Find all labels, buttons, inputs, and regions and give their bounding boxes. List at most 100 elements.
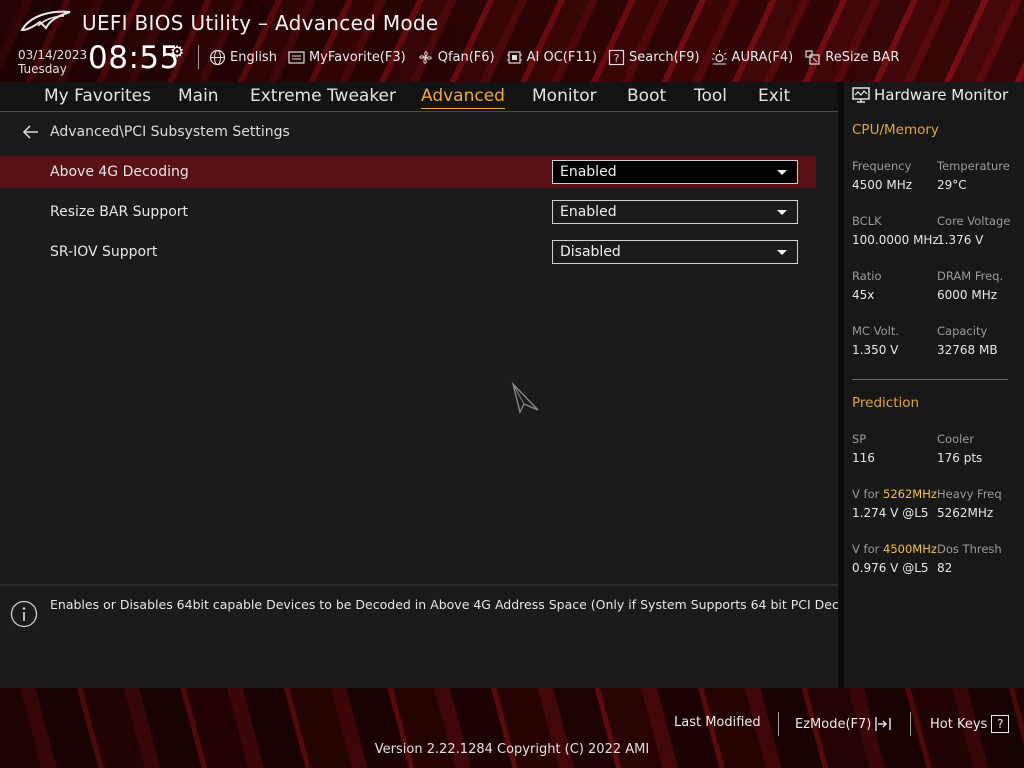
aura-button[interactable]: AURA(F4)	[711, 49, 793, 66]
setting-row-resize-bar-support[interactable]: Resize BAR Support Enabled	[0, 196, 816, 228]
ai-oc-icon	[506, 49, 523, 66]
back-arrow-icon[interactable]	[22, 124, 40, 140]
date-block: 03/14/2023 Tuesday	[18, 48, 87, 76]
tab-exit[interactable]: Exit	[758, 86, 790, 111]
hwm-value: 176 pts	[937, 451, 983, 465]
myfavorite-label: MyFavorite(F3)	[308, 49, 406, 65]
hwm-value: 82	[937, 561, 953, 575]
breadcrumb: Advanced\PCI Subsystem Settings	[22, 124, 290, 140]
hot-keys-button[interactable]: Hot Keys ?	[930, 715, 1010, 733]
tab-advanced[interactable]: Advanced	[421, 86, 505, 111]
cpu-memory-heading: CPU/Memory	[852, 122, 939, 138]
hwm-label: V for 4500MHz	[852, 542, 937, 556]
setting-label: Above 4G Decoding	[50, 164, 189, 180]
footer-divider	[778, 712, 779, 736]
ai-oc-label: AI OC(F11)	[526, 49, 597, 65]
dropdown-value: Enabled	[560, 204, 617, 220]
setting-label: Resize BAR Support	[50, 204, 189, 220]
fan-icon	[417, 49, 434, 66]
last-modified-button[interactable]: Last Modified	[674, 715, 761, 730]
hwm-label: Capacity	[937, 324, 988, 338]
hwm-label: Temperature	[937, 159, 1010, 173]
hwm-value: 29°C	[937, 178, 967, 192]
footer-bar: Last Modified EzMode(F7) Hot Keys ? Vers…	[0, 688, 1024, 768]
language-button[interactable]: English	[209, 49, 277, 66]
settings-panel: Advanced\PCI Subsystem Settings Above 4G…	[0, 112, 838, 578]
hardware-monitor-title: Hardware Monitor	[852, 86, 1008, 104]
resize-bar-button[interactable]: ReSize BAR	[804, 49, 899, 66]
hwm-value: 100.0000 MHz	[852, 233, 939, 247]
help-panel: Enables or Disables 64bit capable Device…	[0, 584, 883, 688]
hwm-value: 116	[852, 451, 875, 465]
hwm-label: V for 5262MHz	[852, 487, 937, 501]
language-label: English	[230, 49, 277, 65]
hwm-value: 45x	[852, 288, 875, 302]
header-bar: UEFI BIOS Utility – Advanced Mode 03/14/…	[0, 0, 1024, 82]
breadcrumb-path: Advanced\PCI Subsystem Settings	[50, 124, 290, 140]
hot-keys-label: Hot Keys	[930, 716, 988, 732]
clock[interactable]: 08:55	[88, 40, 180, 76]
resize-bar-label: ReSize BAR	[825, 49, 900, 65]
tab-extreme-tweaker[interactable]: Extreme Tweaker	[250, 86, 396, 111]
dropdown-value: Disabled	[560, 244, 621, 260]
rog-logo-icon	[20, 10, 71, 32]
tab-main[interactable]: Main	[178, 86, 219, 111]
app-title: UEFI BIOS Utility – Advanced Mode	[82, 11, 439, 35]
hwm-value: 32768 MB	[937, 343, 998, 357]
resize-bar-icon	[804, 49, 821, 66]
hwm-value: 4500 MHz	[852, 178, 913, 192]
gear-icon[interactable]: ⚙	[170, 42, 184, 61]
hwm-value: 5262MHz	[937, 506, 994, 520]
version-text: Version 2.22.1284 Copyright (C) 2022 AMI	[374, 742, 650, 757]
above-4g-decoding-dropdown[interactable]: Enabled	[552, 160, 798, 184]
ezmode-button[interactable]: EzMode(F7)	[795, 715, 892, 733]
help-text: Enables or Disables 64bit capable Device…	[50, 597, 883, 612]
tab-boot[interactable]: Boot	[627, 86, 666, 111]
chevron-down-icon	[777, 250, 787, 255]
hardware-monitor-label: Hardware Monitor	[874, 86, 1009, 104]
hardware-monitor-panel: Hardware Monitor CPU/Memory Frequency Te…	[844, 82, 1024, 688]
main-tabs: My Favorites Main Extreme Tweaker Advanc…	[0, 82, 838, 112]
hwm-label: BCLK	[852, 214, 882, 228]
hwm-label: Frequency	[852, 159, 912, 173]
v-freq-highlight: 5262MHz	[883, 487, 937, 501]
hwm-value: 1.350 V	[852, 343, 899, 357]
sr-iov-support-dropdown[interactable]: Disabled	[552, 240, 798, 264]
footer-divider	[910, 712, 911, 736]
search-label: Search(F9)	[628, 49, 700, 65]
toolbar-divider	[198, 45, 199, 69]
search-icon: ?	[608, 49, 625, 66]
info-icon	[10, 600, 38, 628]
globe-icon	[209, 49, 226, 66]
date-text: 03/14/2023	[18, 48, 88, 62]
resize-bar-support-dropdown[interactable]: Enabled	[552, 200, 798, 224]
chevron-down-icon	[777, 210, 787, 215]
qfan-label: Qfan(F6)	[437, 49, 495, 65]
hwm-label: Cooler	[937, 432, 975, 446]
v-prefix: V for	[852, 487, 883, 501]
qfan-button[interactable]: Qfan(F6)	[417, 49, 495, 66]
setting-row-sr-iov-support[interactable]: SR-IOV Support Disabled	[0, 236, 816, 268]
v-freq-highlight: 4500MHz	[883, 542, 937, 556]
hwm-value: 6000 MHz	[937, 288, 998, 302]
myfavorite-button[interactable]: MyFavorite(F3)	[288, 49, 406, 66]
favorite-icon	[288, 49, 305, 66]
hwm-label: Heavy Freq	[937, 487, 1002, 501]
search-button[interactable]: ? Search(F9)	[608, 49, 700, 66]
tab-my-favorites[interactable]: My Favorites	[44, 86, 151, 111]
setting-row-above-4g-decoding[interactable]: Above 4G Decoding Enabled	[0, 156, 816, 188]
tab-tool[interactable]: Tool	[694, 86, 727, 111]
hwm-label: SP	[852, 432, 867, 446]
hwm-label: Ratio	[852, 269, 882, 283]
v-prefix: V for	[852, 542, 883, 556]
toolbar: English MyFavorite(F3) Qfan(F6) AI OC(F1…	[198, 44, 910, 70]
hwm-label: DRAM Freq.	[937, 269, 1004, 283]
monitor-icon	[852, 87, 870, 103]
tab-monitor[interactable]: Monitor	[532, 86, 597, 111]
hwm-value: 1.376 V	[937, 233, 984, 247]
hwm-value: 0.976 V @L5	[852, 561, 929, 575]
prediction-heading: Prediction	[852, 395, 920, 411]
ezmode-label: EzMode(F7)	[795, 716, 872, 732]
ai-oc-button[interactable]: AI OC(F11)	[506, 49, 597, 66]
chevron-down-icon	[777, 170, 787, 175]
